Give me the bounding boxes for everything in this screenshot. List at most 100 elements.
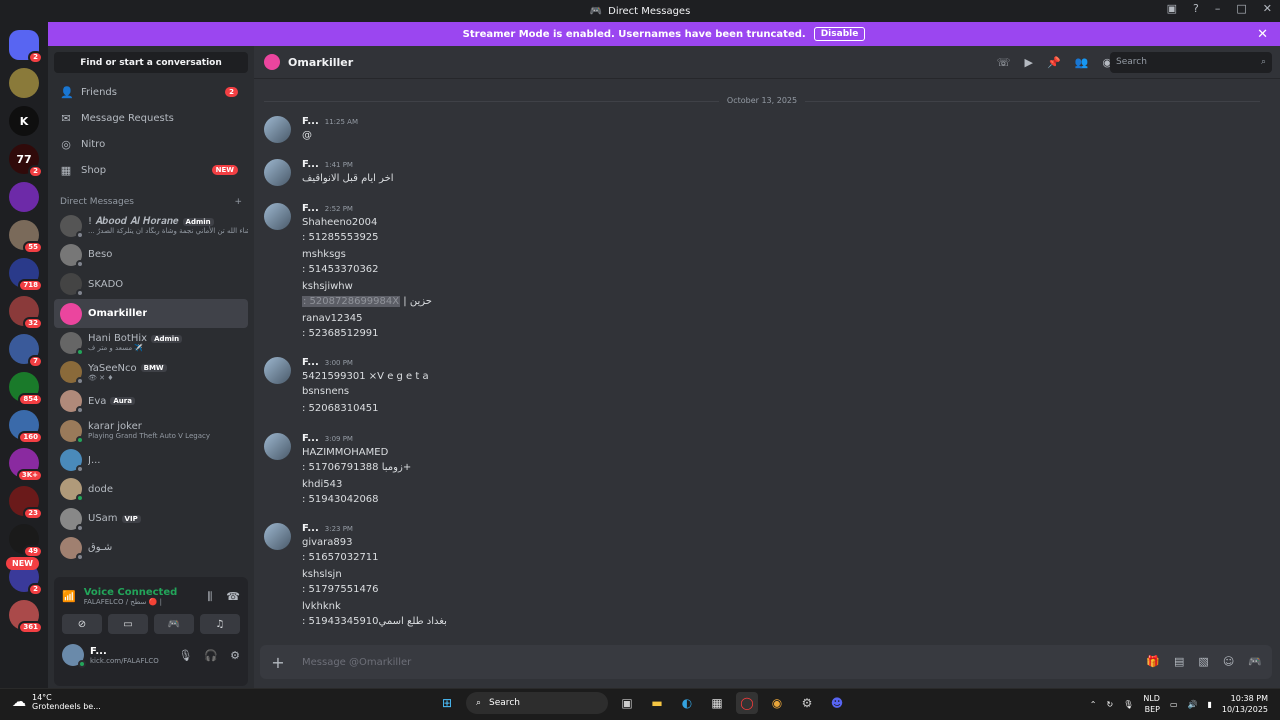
message-author[interactable]: F... — [302, 116, 319, 127]
message-avatar[interactable] — [264, 203, 291, 230]
dm-item[interactable]: Omarkiller — [54, 298, 248, 329]
call-icon[interactable]: ☏ — [997, 56, 1011, 69]
server-icon[interactable] — [9, 68, 39, 98]
message-avatar[interactable] — [264, 116, 291, 143]
message-avatar[interactable] — [264, 357, 291, 384]
network-icon[interactable]: ▭ — [1170, 700, 1178, 709]
dm-item[interactable]: SKADO — [54, 270, 248, 299]
tray-overflow-icon[interactable]: ⌃ — [1090, 700, 1097, 709]
message-author[interactable]: F... — [302, 203, 319, 214]
weather-widget[interactable]: ☁ 14°C Grotendeels be... — [12, 693, 101, 711]
noise-suppression-icon[interactable]: ⫼ — [207, 590, 212, 604]
create-dm-icon[interactable]: + — [234, 197, 242, 207]
mic-icon[interactable]: 🎙 — [178, 649, 192, 662]
store-icon[interactable]: ▦ — [706, 692, 728, 714]
chrome-icon[interactable]: ◉ — [766, 692, 788, 714]
steam-icon[interactable]: ⚙ — [796, 692, 818, 714]
spoiler-text[interactable]: : 5208728699984X — [302, 296, 401, 307]
nav-nitro[interactable]: ◎ Nitro — [54, 131, 248, 157]
nav-shop[interactable]: ▦ Shop NEW — [54, 157, 248, 183]
start-icon[interactable]: ⊞ — [436, 692, 458, 714]
close-button[interactable]: ✕ — [1263, 2, 1272, 15]
server-icon[interactable]: K — [9, 106, 39, 136]
taskbar-search[interactable]: ⌕ Search — [466, 692, 608, 714]
message-composer[interactable]: + Message @Omarkiller 🎁 ▤ ▧ ☺ 🎮 — [260, 645, 1272, 679]
gif-icon[interactable]: ▤ — [1174, 655, 1184, 668]
dm-item[interactable]: Hani BotHix Admin مسعد و متر ف ✈️ — [54, 328, 248, 357]
dm-item[interactable]: ! 𝑨𝒃𝒐𝒐𝒅 𝑨𝒍 𝑯𝒐𝒓𝒂𝒏𝒆 Admin... وشاء الله تن ا… — [54, 211, 248, 240]
server-icon[interactable]: 718 — [9, 258, 43, 292]
add-friend-icon[interactable]: 👥 — [1075, 56, 1089, 69]
dm-item[interactable]: karar joker Playing Grand Theft Auto V Le… — [54, 416, 248, 445]
server-icon[interactable]: 854 — [9, 372, 43, 406]
new-badge[interactable]: NEW — [6, 557, 39, 570]
channel-avatar[interactable] — [264, 54, 280, 70]
disable-button[interactable]: Disable — [813, 27, 866, 41]
opera-icon[interactable]: ◯ — [736, 692, 758, 714]
minimize-button[interactable]: – — [1215, 2, 1221, 15]
edge-icon[interactable]: ◐ — [676, 692, 698, 714]
user-avatar[interactable] — [62, 644, 86, 668]
find-conversation-button[interactable]: Find or start a conversation — [54, 52, 248, 73]
disconnect-icon[interactable]: ☎ — [226, 590, 240, 603]
message-author[interactable]: F... — [302, 523, 319, 534]
mic-tray-icon[interactable]: 🎙 — [1123, 700, 1133, 709]
battery-icon[interactable]: ▮ — [1207, 700, 1211, 709]
server-icon[interactable]: 77 2 — [9, 144, 43, 178]
message-avatar[interactable] — [264, 523, 291, 550]
help-icon[interactable]: ? — [1193, 2, 1199, 15]
server-icon[interactable]: 32 — [9, 296, 43, 330]
upload-icon[interactable]: + — [260, 653, 296, 672]
server-icon[interactable]: 7 — [9, 334, 43, 368]
dm-item[interactable]: J... — [54, 445, 248, 474]
screenshare-button[interactable]: ▭ — [108, 614, 148, 634]
voice-title[interactable]: Voice Connected — [84, 587, 208, 598]
message-avatar[interactable] — [264, 159, 291, 186]
nav-friends[interactable]: 👤 Friends 2 — [54, 79, 248, 105]
clock[interactable]: 10:38 PM 10/13/2025 — [1222, 693, 1268, 715]
dm-item[interactable]: USam VIP — [54, 504, 248, 533]
dm-item[interactable]: Beso — [54, 240, 248, 269]
server-icon[interactable]: 55 — [9, 220, 43, 254]
camera-button[interactable]: ⊘ — [62, 614, 102, 634]
task-view-icon[interactable]: ▣ — [616, 692, 638, 714]
message-author[interactable]: F... — [302, 357, 319, 368]
message-author[interactable]: F... — [302, 159, 319, 170]
maximize-button[interactable]: □ — [1236, 2, 1246, 15]
close-banner-icon[interactable]: ✕ — [1257, 27, 1268, 42]
video-icon[interactable]: ▶ — [1025, 56, 1033, 69]
channel-name[interactable]: Omarkiller — [288, 56, 353, 69]
server-icon[interactable]: 160 — [9, 410, 43, 444]
dm-item[interactable]: YaSeeNco BMW 👁 ✕ ♦ — [54, 357, 248, 386]
dm-item[interactable]: Eva Aura — [54, 387, 248, 416]
file-explorer-icon[interactable]: ▬ — [646, 692, 668, 714]
server-icon[interactable]: 23 — [9, 486, 43, 520]
search-input[interactable]: Search ⌕ — [1110, 52, 1272, 73]
sticker-icon[interactable]: ▧ — [1198, 655, 1208, 668]
apps-icon[interactable]: 🎮 — [1248, 655, 1262, 668]
dm-item[interactable]: dode — [54, 475, 248, 504]
dm-item[interactable]: شـوق — [54, 533, 248, 562]
message-avatar[interactable] — [264, 433, 291, 460]
voice-channel[interactable]: FALAFELCO / سطح 🔴 | — [84, 598, 208, 606]
emoji-icon[interactable]: ☺ — [1223, 655, 1234, 668]
server-icon[interactable]: 49 — [9, 524, 43, 558]
nav-message-requests[interactable]: ✉ Message Requests — [54, 105, 248, 131]
discord-taskbar-icon[interactable]: ☻ — [826, 692, 848, 714]
server-icon[interactable]: 2 — [9, 30, 43, 64]
gift-icon[interactable]: 🎁 — [1146, 655, 1160, 668]
language-indicator[interactable]: NLD BEP — [1143, 693, 1160, 715]
composer-placeholder[interactable]: Message @Omarkiller — [302, 657, 411, 668]
message-author[interactable]: F... — [302, 433, 319, 444]
server-icon[interactable]: 3K+ — [9, 448, 43, 482]
activity-button[interactable]: 🎮 — [154, 614, 194, 634]
pin-icon[interactable]: 📌 — [1047, 56, 1061, 69]
sync-icon[interactable]: ↻ — [1106, 700, 1113, 709]
inbox-icon[interactable]: ▣ — [1167, 2, 1177, 15]
volume-icon[interactable]: 🔊 — [1188, 700, 1198, 709]
server-icon[interactable]: 361 — [9, 600, 43, 634]
settings-icon[interactable]: ⚙ — [230, 649, 240, 662]
user-info[interactable]: F... kick.com/FALAFLCO — [90, 646, 178, 665]
soundboard-button[interactable]: ♫ — [200, 614, 240, 634]
headphones-icon[interactable]: 🎧 — [204, 649, 218, 662]
